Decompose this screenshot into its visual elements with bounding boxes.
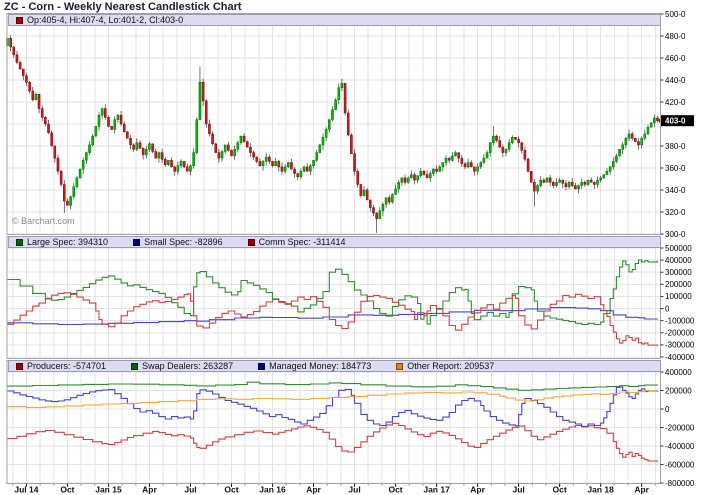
x-tick-label: Jan 16 — [259, 485, 286, 495]
spec-legend-item-1: Small Spec: -82896 — [133, 237, 223, 247]
disagg-legend-label-1: Swap Dealers: 263287 — [142, 361, 233, 371]
disagg-legend-label-0: Producers: -574701 — [27, 361, 106, 371]
x-tick-label: Jul — [512, 485, 524, 495]
svg-text:400000: 400000 — [665, 256, 692, 265]
disagg-legend-item-2: Managed Money: 184773 — [258, 361, 371, 371]
spec-legend-label-0: Large Spec: 394310 — [27, 237, 108, 247]
disagg-legend-item-3: Other Report: 209537 — [396, 361, 494, 371]
svg-text:-400000: -400000 — [665, 442, 695, 451]
price-ohlc-legend: Op:405-4, Hi:407-4, Lo:401-2, Cl:403-0 — [8, 14, 661, 26]
chart-window: ZC - Corn - Weekly Nearest Candlestick C… — [0, 0, 720, 495]
ohlc-legend-label-0: Op:405-4, Hi:407-4, Lo:401-2, Cl:403-0 — [27, 15, 183, 25]
swatch-icon — [16, 239, 23, 246]
ohlc-legend-item-0: Op:405-4, Hi:407-4, Lo:401-2, Cl:403-0 — [16, 15, 183, 25]
swatch-icon — [258, 363, 265, 370]
cot-spec-legend: Large Spec: 394310 Small Spec: -82896 Comm… — [8, 236, 661, 248]
current-price-tag: 403-0 — [661, 115, 694, 126]
spec-legend-label-1: Small Spec: -82896 — [144, 237, 223, 247]
svg-text:380-0: 380-0 — [665, 142, 686, 151]
disagg-legend-label-2: Managed Money: 184773 — [269, 361, 371, 371]
svg-text:460-0: 460-0 — [665, 54, 686, 63]
x-tick-label: Apr — [470, 485, 485, 495]
svg-text:300000: 300000 — [665, 268, 692, 277]
svg-text:480-0: 480-0 — [665, 32, 686, 41]
svg-text:340-0: 340-0 — [665, 186, 686, 195]
svg-text:100000: 100000 — [665, 292, 692, 301]
svg-text:0: 0 — [665, 304, 670, 313]
swatch-icon — [16, 17, 23, 24]
x-tick-label: Jul — [348, 485, 360, 495]
svg-text:-400000: -400000 — [665, 353, 695, 362]
swatch-icon — [248, 239, 255, 246]
disagg-legend-label-3: Other Report: 209537 — [407, 361, 494, 371]
x-tick-label: Jul 14 — [14, 485, 38, 495]
swatch-icon — [396, 363, 403, 370]
svg-text:-100000: -100000 — [665, 316, 695, 325]
x-tick-label: Jul — [184, 485, 196, 495]
svg-text:420-0: 420-0 — [665, 98, 686, 107]
svg-text:320-0: 320-0 — [665, 208, 686, 217]
svg-text:200000: 200000 — [665, 280, 692, 289]
spec-legend-item-2: Comm Spec: -311414 — [248, 237, 346, 247]
x-tick-label: Oct — [388, 485, 402, 495]
swatch-icon — [133, 239, 140, 246]
watermark: © Barchart.com — [12, 216, 75, 226]
x-axis-labels: Jul 14 Oct Jan 15 Apr Jul Oct Jan 16 Apr Jul Oct J… — [13, 484, 656, 495]
svg-text:-600000: -600000 — [665, 460, 695, 469]
svg-text:400000: 400000 — [665, 368, 692, 377]
y-axis-labels: 500-0 480-0 460-0 440-0 420-0 380-0 360-0 340-0… — [661, 10, 695, 488]
svg-text:300-0: 300-0 — [665, 230, 686, 239]
x-tick-label: Oct — [224, 485, 238, 495]
x-tick-label: Jan 18 — [587, 485, 614, 495]
svg-text:-200000: -200000 — [665, 329, 695, 338]
x-tick-label: Apr — [634, 485, 649, 495]
x-tick-label: Oct — [60, 485, 74, 495]
spec-legend-item-0: Large Spec: 394310 — [16, 237, 108, 247]
x-tick-label: Apr — [306, 485, 321, 495]
x-tick-label: Jan 15 — [95, 485, 122, 495]
svg-text:-200000: -200000 — [665, 423, 695, 432]
svg-text:500-0: 500-0 — [665, 10, 686, 19]
svg-text:360-0: 360-0 — [665, 164, 686, 173]
disagg-legend-item-0: Producers: -574701 — [16, 361, 106, 371]
candlestick-series[interactable] — [6, 35, 658, 233]
x-tick-label: Jan 17 — [423, 485, 450, 495]
grid-lines — [7, 14, 661, 484]
svg-text:-800000: -800000 — [665, 479, 695, 488]
swatch-icon — [16, 363, 23, 370]
x-tick-label: Apr — [142, 485, 157, 495]
svg-text:403-0: 403-0 — [665, 117, 686, 126]
svg-text:0: 0 — [665, 405, 670, 414]
disagg-legend-item-1: Swap Dealers: 263287 — [131, 361, 233, 371]
svg-text:-300000: -300000 — [665, 341, 695, 350]
swatch-icon — [131, 363, 138, 370]
svg-text:440-0: 440-0 — [665, 76, 686, 85]
x-tick-label: Oct — [553, 485, 567, 495]
spec-legend-label-2: Comm Spec: -311414 — [259, 237, 346, 247]
svg-text:200000: 200000 — [665, 386, 692, 395]
cot-disagg-legend: Producers: -574701 Swap Dealers: 263287 Ma… — [8, 360, 661, 372]
svg-text:500000: 500000 — [665, 244, 692, 253]
